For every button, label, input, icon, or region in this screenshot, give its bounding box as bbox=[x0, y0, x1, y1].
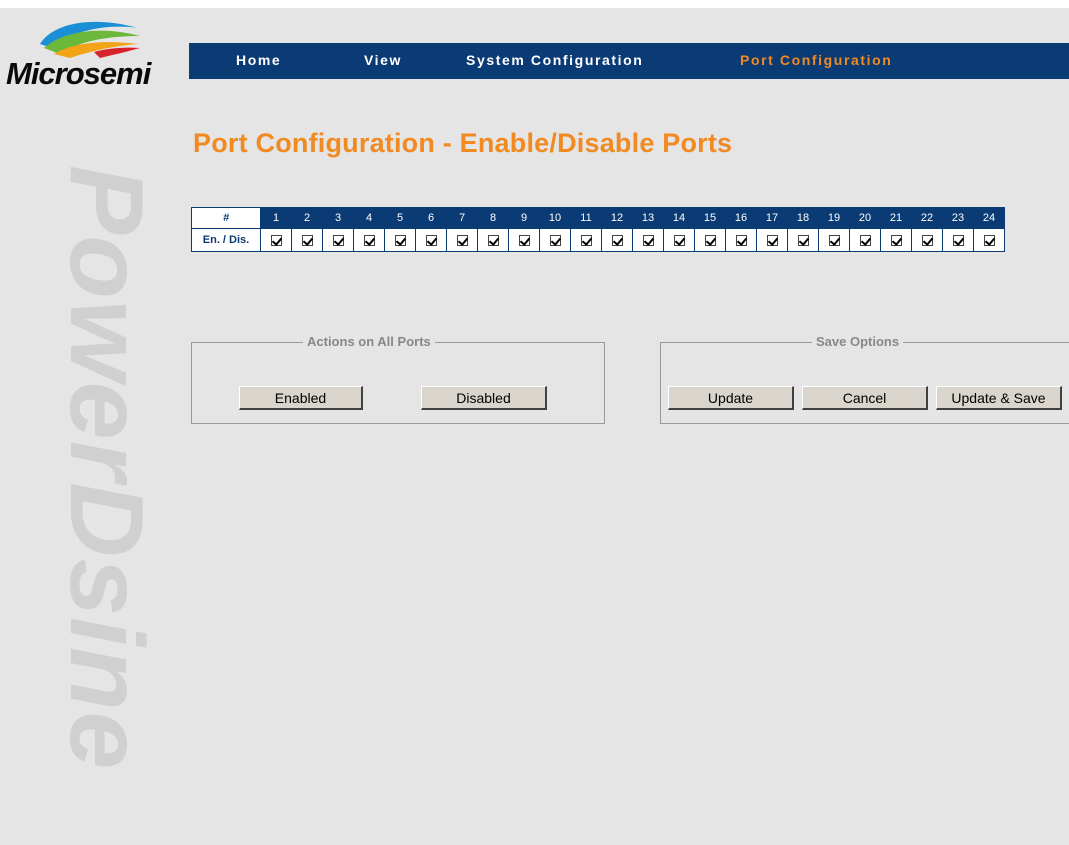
port-number-9: 9 bbox=[508, 207, 540, 229]
port-cell-5 bbox=[384, 228, 416, 252]
update-and-save-button[interactable]: Update & Save bbox=[936, 386, 1062, 410]
port-cell-8 bbox=[477, 228, 509, 252]
port-cell-6 bbox=[415, 228, 447, 252]
port-enable-checkbox[interactable] bbox=[890, 234, 902, 246]
port-enable-checkbox[interactable] bbox=[766, 234, 778, 246]
port-number-14: 14 bbox=[663, 207, 695, 229]
main-navbar: Home View System Configuration Port Conf… bbox=[189, 43, 1069, 79]
port-cell-1 bbox=[260, 228, 292, 252]
port-enable-checkbox[interactable] bbox=[921, 234, 933, 246]
port-enable-checkbox[interactable] bbox=[828, 234, 840, 246]
port-cell-9 bbox=[508, 228, 540, 252]
port-enable-checkbox[interactable] bbox=[611, 234, 623, 246]
port-cell-21 bbox=[880, 228, 912, 252]
update-button[interactable]: Update bbox=[668, 386, 794, 410]
port-cell-4 bbox=[353, 228, 385, 252]
port-enable-checkbox[interactable] bbox=[518, 234, 530, 246]
port-number-18: 18 bbox=[787, 207, 819, 229]
port-cell-2 bbox=[291, 228, 323, 252]
powerdsine-watermark: PowerDsine bbox=[62, 165, 150, 845]
cancel-button[interactable]: Cancel bbox=[802, 386, 928, 410]
port-cell-10 bbox=[539, 228, 571, 252]
port-cell-22 bbox=[911, 228, 943, 252]
disable-all-button[interactable]: Disabled bbox=[421, 386, 547, 410]
port-number-3: 3 bbox=[322, 207, 354, 229]
port-number-17: 17 bbox=[756, 207, 788, 229]
port-number-22: 22 bbox=[911, 207, 943, 229]
port-number-11: 11 bbox=[570, 207, 602, 229]
logo-swoosh-icon bbox=[40, 21, 140, 58]
port-header-row: # 1 2 3 4 5 6 7 8 9 10 11 12 13 14 15 16 17 18 19 20 21 22 23 2… bbox=[191, 207, 1005, 229]
port-cell-3 bbox=[322, 228, 354, 252]
port-header-label: # bbox=[191, 207, 261, 229]
port-row-label: En. / Dis. bbox=[191, 228, 261, 252]
port-number-6: 6 bbox=[415, 207, 447, 229]
watermark-text: PowerDsine bbox=[62, 165, 150, 771]
port-enable-checkbox[interactable] bbox=[332, 234, 344, 246]
port-cell-18 bbox=[787, 228, 819, 252]
port-enable-checkbox[interactable] bbox=[704, 234, 716, 246]
port-enable-row: En. / Dis. bbox=[191, 228, 1005, 252]
port-cell-11 bbox=[570, 228, 602, 252]
port-cell-20 bbox=[849, 228, 881, 252]
port-cell-14 bbox=[663, 228, 695, 252]
save-group-legend: Save Options bbox=[812, 334, 904, 349]
port-enable-checkbox[interactable] bbox=[487, 234, 499, 246]
port-number-2: 2 bbox=[291, 207, 323, 229]
port-number-13: 13 bbox=[632, 207, 664, 229]
port-cell-24 bbox=[973, 228, 1005, 252]
port-number-10: 10 bbox=[539, 207, 571, 229]
port-number-12: 12 bbox=[601, 207, 633, 229]
port-cell-13 bbox=[632, 228, 664, 252]
port-cell-12 bbox=[601, 228, 633, 252]
port-enable-checkbox[interactable] bbox=[394, 234, 406, 246]
port-cell-19 bbox=[818, 228, 850, 252]
port-number-19: 19 bbox=[818, 207, 850, 229]
actions-on-all-ports-group: Actions on All Ports Enabled Disabled bbox=[191, 334, 605, 424]
port-enable-checkbox[interactable] bbox=[797, 234, 809, 246]
actions-group-legend: Actions on All Ports bbox=[303, 334, 435, 349]
port-enable-checkbox[interactable] bbox=[456, 234, 468, 246]
port-number-21: 21 bbox=[880, 207, 912, 229]
port-number-5: 5 bbox=[384, 207, 416, 229]
port-cell-23 bbox=[942, 228, 974, 252]
port-enable-checkbox[interactable] bbox=[642, 234, 654, 246]
port-number-4: 4 bbox=[353, 207, 385, 229]
port-enable-checkbox[interactable] bbox=[952, 234, 964, 246]
port-cell-17 bbox=[756, 228, 788, 252]
port-enable-checkbox[interactable] bbox=[983, 234, 995, 246]
port-number-1: 1 bbox=[260, 207, 292, 229]
port-number-7: 7 bbox=[446, 207, 478, 229]
port-number-15: 15 bbox=[694, 207, 726, 229]
port-number-8: 8 bbox=[477, 207, 509, 229]
port-enable-checkbox[interactable] bbox=[859, 234, 871, 246]
port-number-16: 16 bbox=[725, 207, 757, 229]
port-enable-checkbox[interactable] bbox=[363, 234, 375, 246]
top-strip bbox=[0, 0, 1069, 8]
save-options-group: Save Options Update Cancel Update & Save bbox=[660, 334, 1069, 424]
port-cell-15 bbox=[694, 228, 726, 252]
port-cell-16 bbox=[725, 228, 757, 252]
nav-system-configuration[interactable]: System Configuration bbox=[466, 52, 643, 68]
port-number-24: 24 bbox=[973, 207, 1005, 229]
port-number-20: 20 bbox=[849, 207, 881, 229]
port-enable-checkbox[interactable] bbox=[301, 234, 313, 246]
port-enable-checkbox[interactable] bbox=[270, 234, 282, 246]
port-table: # 1 2 3 4 5 6 7 8 9 10 11 12 13 14 15 16 17 18 19 20 21 22 23 2… bbox=[191, 207, 1005, 252]
nav-view[interactable]: View bbox=[364, 52, 402, 68]
nav-port-configuration[interactable]: Port Configuration bbox=[740, 52, 892, 68]
port-enable-checkbox[interactable] bbox=[735, 234, 747, 246]
nav-home[interactable]: Home bbox=[236, 52, 281, 68]
port-enable-checkbox[interactable] bbox=[673, 234, 685, 246]
port-enable-checkbox[interactable] bbox=[425, 234, 437, 246]
port-enable-checkbox[interactable] bbox=[549, 234, 561, 246]
brand-logo: Microsemi bbox=[4, 10, 180, 91]
port-number-23: 23 bbox=[942, 207, 974, 229]
page-title: Port Configuration - Enable/Disable Port… bbox=[193, 128, 733, 158]
port-enable-checkbox[interactable] bbox=[580, 234, 592, 246]
logo-text: Microsemi bbox=[6, 56, 151, 91]
enable-all-button[interactable]: Enabled bbox=[239, 386, 363, 410]
port-cell-7 bbox=[446, 228, 478, 252]
